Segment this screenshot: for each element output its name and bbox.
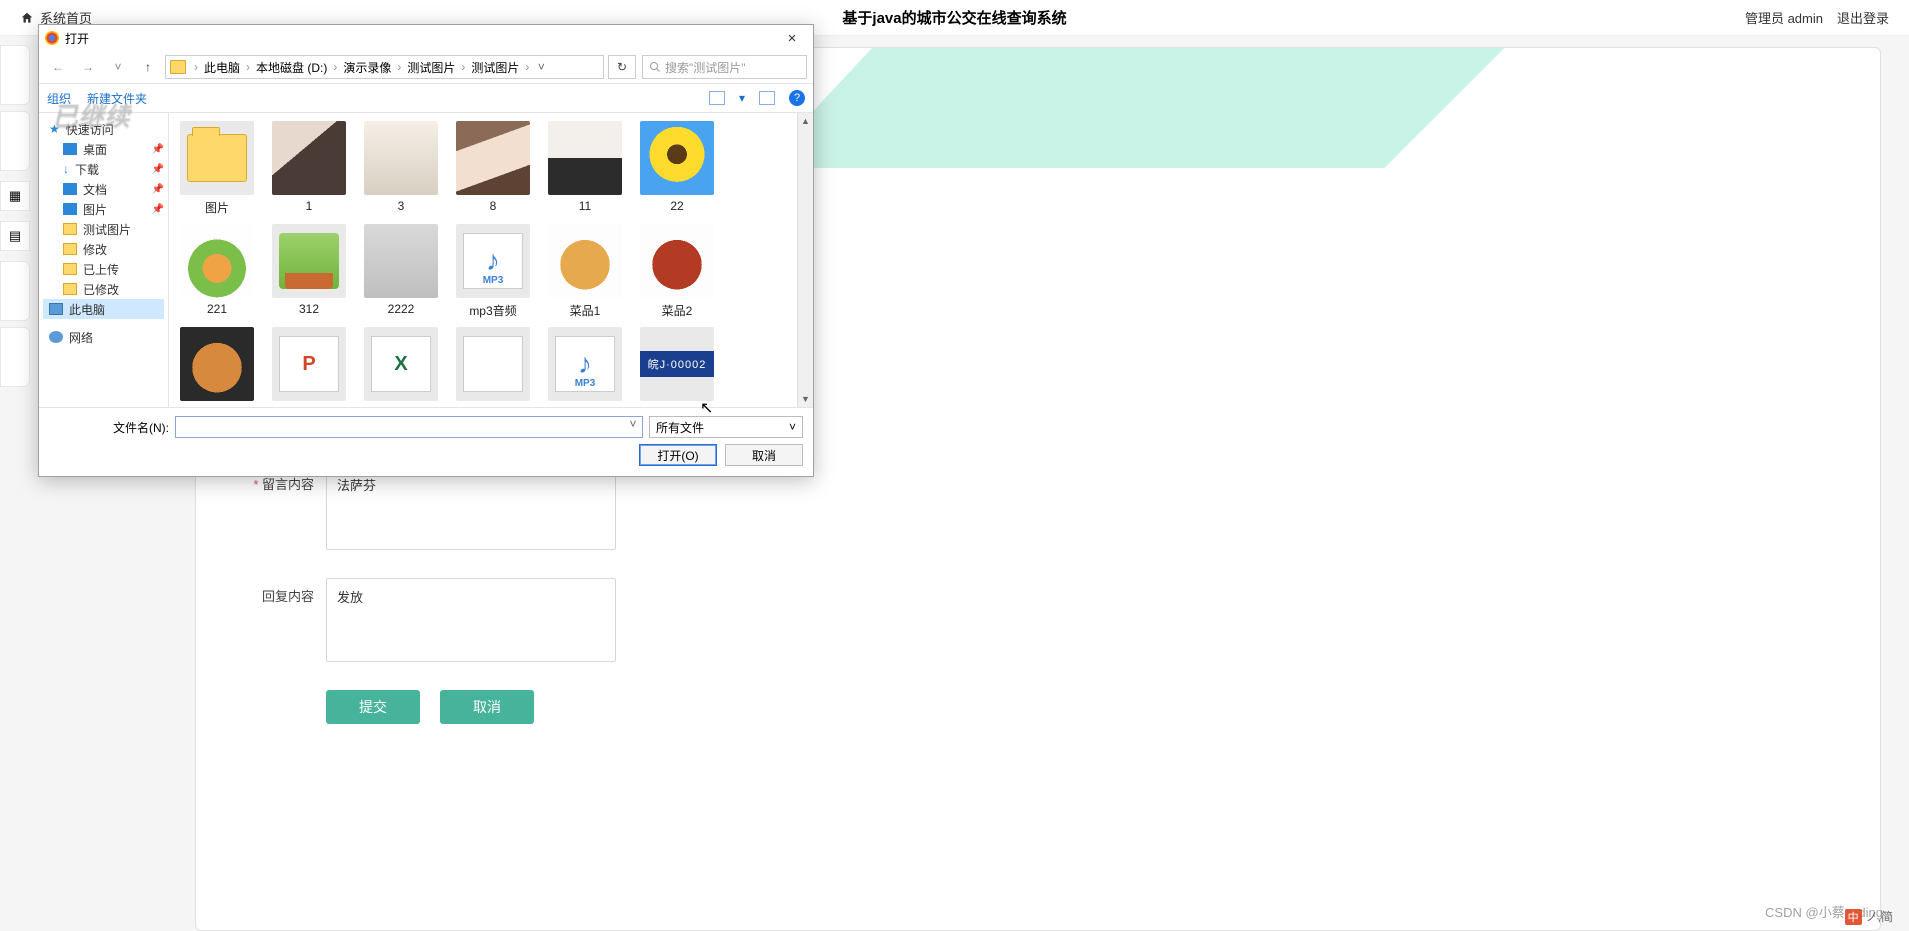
tree-uploaded[interactable]: 已上传 [43,259,164,279]
file-item[interactable]: 菜品1 [547,224,623,319]
crumb[interactable]: 演示录像 [339,59,395,76]
file-item[interactable]: 1 [271,121,347,216]
tree-network[interactable]: 网络 [43,327,164,347]
cancel-button[interactable]: 取消 [440,690,534,724]
crumb[interactable]: 测试图片 [467,59,523,76]
pin-icon: 📌 [152,184,164,195]
chevron-down-icon[interactable]: ˅ [624,417,642,431]
logout-link[interactable]: 退出登录 [1837,8,1889,27]
tree-desktop[interactable]: 桌面📌 [43,139,164,159]
scroll-down-icon[interactable]: ▼ [798,391,813,407]
tree-documents[interactable]: 文档📌 [43,179,164,199]
rail-tab[interactable] [0,45,30,105]
rail-tab[interactable] [0,261,30,321]
tree-pictures[interactable]: 图片📌 [43,199,164,219]
file-label: 测试 [297,405,321,407]
file-label: 11 [579,199,591,213]
file-item[interactable]: X [363,327,439,407]
ime-indicator: 中ノ,简 [1845,908,1893,925]
file-item[interactable]: 3 [363,121,439,216]
help-icon[interactable]: ? [789,90,805,106]
close-icon[interactable]: × [777,30,807,47]
file-item[interactable]: 2222 [363,224,439,319]
file-label: 1 [306,199,313,213]
watermark-text: 已继续 [52,96,130,133]
file-item[interactable]: 8 [455,121,531,216]
view-preview-icon[interactable] [759,91,775,105]
file-label: 2222 [388,302,415,316]
folder-icon [170,60,186,74]
file-item[interactable]: 菜品3 [179,327,255,407]
file-item[interactable]: 22 [639,121,715,216]
dialog-cancel-button[interactable]: 取消 [725,444,803,466]
file-label: 3 [398,199,405,213]
file-item[interactable]: P测试 [271,327,347,407]
filename-label: 文件名(N): [49,419,169,436]
admin-label[interactable]: 管理员 admin [1745,8,1823,27]
rail-tab[interactable] [0,327,30,387]
chrome-icon [45,31,59,45]
chevron-down-icon: ˅ [789,420,796,434]
file-item[interactable]: 菜品2 [639,224,715,319]
nav-up-icon[interactable]: ↑ [135,54,161,80]
chevron-down-icon[interactable]: ▾ [739,91,745,105]
pin-icon: 📌 [152,204,164,215]
file-item[interactable]: 312 [271,224,347,319]
file-filter[interactable]: 所有文件˅ [649,416,803,438]
rail-tab[interactable] [0,111,30,171]
dialog-title: 打开 [65,30,777,47]
search-input[interactable]: 搜索"测试图片" [642,55,807,79]
scroll-up-icon[interactable]: ▲ [798,113,813,129]
file-item[interactable] [455,327,531,407]
file-item[interactable]: ♪MP3 [547,327,623,407]
crumb[interactable]: 此电脑 [200,59,244,76]
submit-button[interactable]: 提交 [326,690,420,724]
nav-recent-icon[interactable]: ˅ [105,54,131,80]
msg-textarea[interactable]: 法萨芬 [326,466,616,550]
search-placeholder: 搜索"测试图片" [665,59,746,76]
pin-icon: 📌 [152,164,164,175]
nav-back-icon[interactable]: ← [45,54,71,80]
view-thumb-icon[interactable] [709,91,725,105]
file-open-dialog: 打开 × ← → ˅ ↑ ›此电脑 ›本地磁盘 (D:) ›演示录像 ›测试图片… [38,24,814,477]
file-label: 312 [299,302,319,316]
refresh-icon[interactable]: ↻ [608,55,636,79]
file-item[interactable]: 221 [179,224,255,319]
file-item[interactable]: 皖J·00002 [639,327,715,407]
tree-downloads[interactable]: ↓下载📌 [43,159,164,179]
reply-label: 回复内容 [236,578,326,662]
file-label: 22 [670,199,683,213]
file-label: 8 [490,199,497,213]
nav-tree: ★快速访问 桌面📌 ↓下载📌 文档📌 图片📌 测试图片 修改 已上传 已修改 此… [39,113,169,407]
file-label: mp3音频 [469,302,516,319]
file-item[interactable]: ♪MP3mp3音频 [455,224,531,319]
filename-input[interactable]: ˅ [175,416,643,438]
chevron-down-icon[interactable]: ˅ [531,60,551,74]
file-label: 221 [207,302,227,316]
tree-thispc[interactable]: 此电脑 [43,299,164,319]
address-bar[interactable]: ›此电脑 ›本地磁盘 (D:) ›演示录像 ›测试图片 ›测试图片 › ˅ [165,55,604,79]
tree-testimg[interactable]: 测试图片 [43,219,164,239]
msg-label: 留言内容 [236,466,326,550]
crumb[interactable]: 本地磁盘 (D:) [252,59,331,76]
reply-textarea[interactable]: 发放 [326,578,616,662]
app-title: 基于java的城市公交在线查询系统 [842,7,1066,28]
nav-forward-icon: → [75,54,101,80]
crumb[interactable]: 测试图片 [403,59,459,76]
file-label: 菜品2 [662,302,693,319]
file-label: 菜品1 [570,302,601,319]
open-button[interactable]: 打开(O) [639,444,717,466]
scrollbar[interactable]: ▲ ▼ [797,113,813,407]
file-item[interactable]: 11 [547,121,623,216]
pin-icon: 📌 [152,144,164,155]
tree-modify[interactable]: 修改 [43,239,164,259]
file-item[interactable]: 图片 [179,121,255,216]
tree-modified[interactable]: 已修改 [43,279,164,299]
file-label: 菜品3 [202,405,233,407]
rail-grid-icon[interactable]: ▦ [0,181,30,211]
file-label: 图片 [205,199,229,216]
rail-list-icon[interactable]: ▤ [0,221,30,251]
